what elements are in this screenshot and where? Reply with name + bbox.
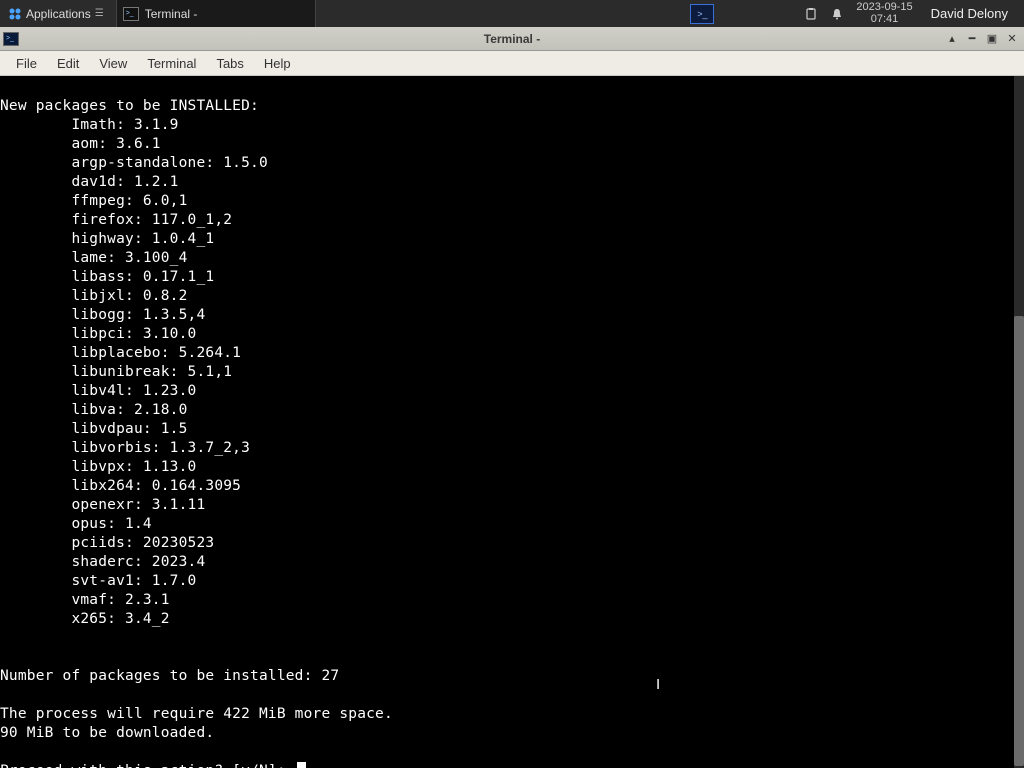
terminal-output[interactable]: New packages to be INSTALLED: Imath: 3.1… [0,76,1024,768]
shade-button[interactable]: ▴ [942,30,962,48]
user-label[interactable]: David Delony [925,6,1014,21]
taskbar-item-label: Terminal - [145,7,198,21]
count-line: Number of packages to be installed: 27 [0,668,339,684]
clock-time: 07:41 [856,14,912,26]
menu-lines-icon: ☰ [95,8,104,19]
clock-date: 2023-09-15 [856,2,912,14]
window-titlebar[interactable]: >_ Terminal - ▴ ━ ▣ ✕ [0,27,1024,51]
taskbar-item-terminal[interactable]: >_ Terminal - [116,0,316,27]
window-controls: ▴ ━ ▣ ✕ [942,30,1024,48]
close-button[interactable]: ✕ [1002,30,1022,48]
minimize-button[interactable]: ━ [962,30,982,48]
menu-help[interactable]: Help [254,53,301,74]
scrollbar[interactable] [1014,76,1024,768]
xfce-logo-icon [8,7,22,21]
terminal-icon: >_ [123,7,139,21]
window-terminal-icon: >_ [3,32,19,46]
tray-terminal-icon[interactable]: >_ [690,4,714,24]
scrollbar-thumb[interactable] [1014,316,1024,766]
menu-file[interactable]: File [6,53,47,74]
applications-label: Applications [26,7,91,21]
bell-icon[interactable] [830,7,844,21]
menubar: File Edit View Terminal Tabs Help [0,51,1024,76]
clock[interactable]: 2023-09-15 07:41 [856,2,912,25]
proceed-prompt: Proceed with this action? [y/N]: [0,763,295,768]
package-list: Imath: 3.1.9 aom: 3.6.1 argp-standalone:… [0,117,268,627]
maximize-button[interactable]: ▣ [982,30,1002,48]
menu-terminal[interactable]: Terminal [137,53,206,74]
desktop-panel: Applications ☰ >_ Terminal - >_ 2023-09-… [0,0,1024,27]
space-line: The process will require 422 MiB more sp… [0,706,393,722]
download-line: 90 MiB to be downloaded. [0,725,214,741]
clipboard-icon[interactable] [804,7,818,21]
install-header: New packages to be INSTALLED: [0,98,259,114]
window-title: Terminal - [484,32,540,46]
system-tray: 2023-09-15 07:41 David Delony [804,2,1024,25]
applications-menu-button[interactable]: Applications ☰ [0,0,112,27]
terminal-cursor [297,762,306,768]
menu-edit[interactable]: Edit [47,53,89,74]
menu-view[interactable]: View [89,53,137,74]
menu-tabs[interactable]: Tabs [206,53,253,74]
